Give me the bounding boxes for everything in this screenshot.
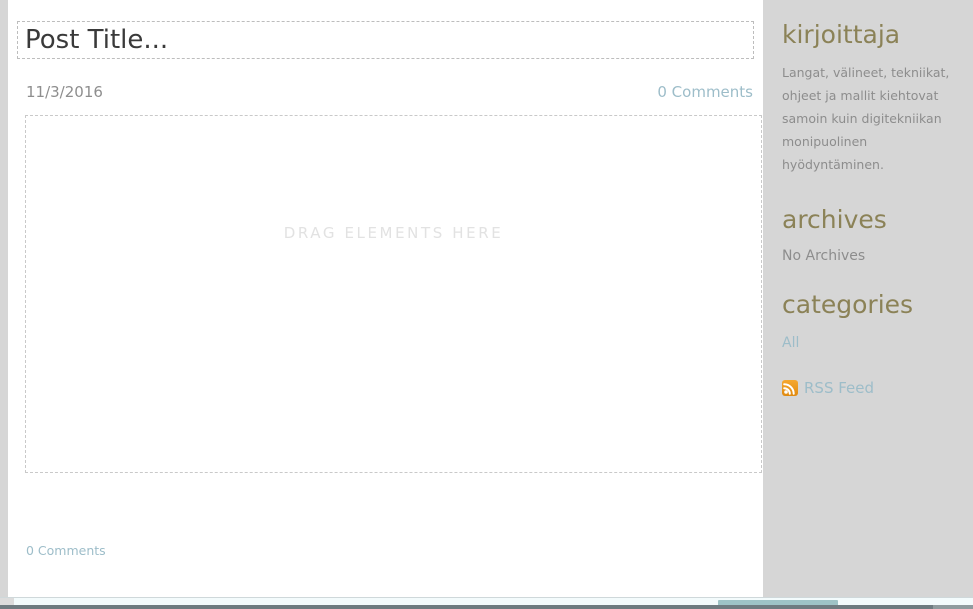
rss-icon [782, 380, 798, 396]
page-root: Post Title... 11/3/2016 0 Comments DRAG … [0, 0, 973, 609]
post-meta-row: 11/3/2016 0 Comments [18, 82, 755, 104]
sidebar-heading-archives: archives [782, 205, 887, 234]
sidebar-archives-empty: No Archives [782, 248, 866, 264]
comments-link-top[interactable]: 0 Comments [657, 82, 753, 102]
rss-feed-link[interactable]: RSS Feed [782, 353, 961, 397]
post-date: 11/3/2016 [26, 83, 103, 101]
sidebar-heading-categories: categories [782, 290, 914, 319]
element-dropzone[interactable]: DRAG ELEMENTS HERE [25, 115, 762, 473]
post-title-dropzone[interactable]: Post Title... [17, 21, 754, 59]
sidebar: kirjoittaja Langat, välineet, tekniikat,… [763, 0, 973, 597]
post-title[interactable]: Post Title... [25, 23, 168, 57]
dropzone-placeholder: DRAG ELEMENTS HERE [283, 224, 504, 242]
rss-feed-label[interactable]: RSS Feed [804, 379, 874, 397]
sidebar-author-bio: Langat, välineet, tekniikat, ohjeet ja m… [782, 65, 950, 172]
scrollbar-baseline [0, 605, 973, 609]
scrollbar-end-cap [933, 605, 973, 609]
post-inner: Post Title... 11/3/2016 0 Comments DRAG … [8, 0, 763, 597]
post-content-column: Post Title... 11/3/2016 0 Comments DRAG … [8, 0, 763, 597]
sidebar-heading-author: kirjoittaja [782, 20, 901, 49]
comments-link-bottom[interactable]: 0 Comments [26, 543, 106, 559]
sidebar-category-all[interactable]: All [782, 319, 961, 353]
